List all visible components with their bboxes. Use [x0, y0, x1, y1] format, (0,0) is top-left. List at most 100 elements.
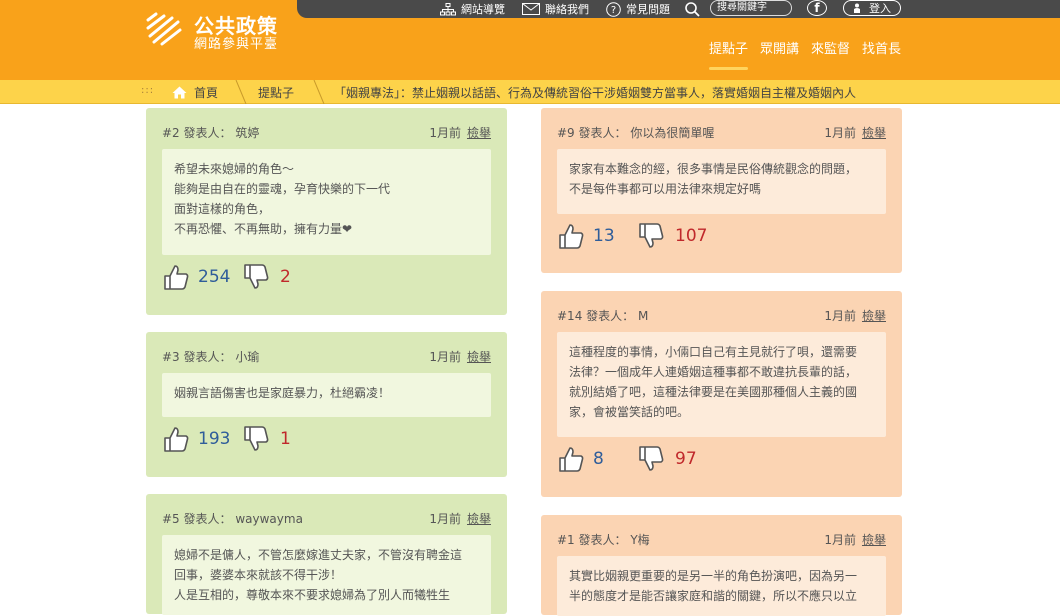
thumbs-up-icon[interactable]: [162, 425, 190, 453]
vote-bar: 8 97: [557, 444, 697, 474]
comment-author: 發表人： 小瑜: [183, 350, 260, 364]
nav-officials[interactable]: 找首長: [862, 40, 901, 70]
question-icon: ?: [606, 1, 621, 17]
comment-header: #2 發表人： 筑婷 1月前 檢舉: [162, 124, 491, 140]
comment-author: 發表人： M: [586, 309, 649, 323]
downvote-count: 2: [280, 267, 291, 287]
comment-body: 其實比姻親更重要的是另一半的角色扮演吧，因為另一 半的態度才是能否讓家庭和諧的關…: [557, 556, 886, 616]
comment-card: #1 發表人： Y梅 1月前 檢舉 其實比姻親更重要的是另一半的角色扮演吧，因為另…: [541, 515, 902, 616]
contact-link[interactable]: 聯絡我們: [522, 0, 589, 18]
comment-line: 半的態度才是能否讓家庭和諧的關鍵，所以不應只以立: [569, 589, 858, 603]
comment-time: 1月前: [824, 533, 856, 547]
downvote-count: 107: [675, 226, 708, 246]
report-link[interactable]: 檢舉: [467, 126, 491, 140]
comment-card: #2 發表人： 筑婷 1月前 檢舉 希望未來媳婦的角色～ 能夠是由自在的靈魂，孕育…: [146, 108, 507, 315]
search-input[interactable]: 搜尋關鍵字: [710, 0, 792, 16]
comment-header: #5 發表人： waywayma 1月前 檢舉: [162, 510, 491, 526]
site-header: 公共政策 網路參與平臺 網站導覽 聯絡我們 ? 常見問題 搜尋關鍵字 f 登入 …: [0, 0, 1060, 80]
comment-card: #14 發表人： M 1月前 檢舉 這種程度的事情，小倆口自己有主見就行了唄，還需…: [541, 291, 902, 497]
thumbs-up-icon[interactable]: [557, 222, 585, 250]
breadcrumb: ::: 首頁 提點子 「姻親專法」：禁止姻親以話語、行為及傳統習俗干涉婚姻雙方當…: [0, 80, 1060, 104]
comment-body: 姻親言語傷害也是家庭暴力，杜絕霸凌！: [162, 373, 491, 417]
upvote-count: 13: [593, 226, 615, 246]
breadcrumb-section[interactable]: 提點子: [258, 84, 294, 101]
svg-text:?: ?: [611, 5, 616, 16]
login-button[interactable]: 登入: [843, 0, 901, 16]
nav-ideas[interactable]: 提點子: [709, 40, 749, 70]
comment-line: 就別結婚了吧，這種法律要是在美國那種個人主義的國: [569, 385, 858, 399]
thumbs-down-icon[interactable]: [637, 445, 665, 473]
report-link[interactable]: 檢舉: [467, 512, 491, 526]
comment-card: #9 發表人： 你以為很簡單喔 1月前 檢舉 家家有本難念的經，很多事情是民俗傳統…: [541, 108, 902, 273]
thumbs-down-icon[interactable]: [242, 425, 270, 453]
home-icon: [172, 86, 187, 98]
comment-body: 希望未來媳婦的角色～ 能夠是由自在的靈魂，孕育快樂的下一代 面對這樣的角色， 不…: [162, 149, 491, 255]
comment-author: 發表人： Y梅: [578, 533, 650, 547]
user-icon: [854, 3, 860, 13]
report-link[interactable]: 檢舉: [862, 533, 886, 547]
comment-header: #1 發表人： Y梅 1月前 檢舉: [557, 531, 886, 547]
comment-header: #3 發表人： 小瑜 1月前 檢舉: [162, 348, 491, 364]
thumbs-down-icon[interactable]: [242, 263, 270, 291]
comment-time: 1月前: [824, 126, 856, 140]
comment-time: 1月前: [429, 350, 461, 364]
comment-body: 媳婦不是傭人，不管怎麼嫁進丈夫家，不管沒有聘金這 回事，婆婆本來就該不得干涉！ …: [162, 535, 491, 615]
thumbs-up-icon[interactable]: [162, 263, 190, 291]
search-button[interactable]: [685, 0, 700, 18]
site-logo[interactable]: 公共政策 網路參與平臺: [144, 10, 304, 54]
vote-bar: 13 107: [557, 221, 707, 251]
comment-time: 1月前: [429, 126, 461, 140]
facebook-icon[interactable]: f: [807, 0, 827, 16]
comment-number: #2: [162, 126, 180, 140]
comment-line: 家家有本難念的經，很多事情是民俗傳統觀念的問題，: [569, 162, 858, 176]
comment-number: #3: [162, 350, 180, 364]
comment-line: 面對這樣的角色，: [174, 202, 271, 216]
logo-icon: [146, 12, 182, 46]
breadcrumb-home-label: 首頁: [194, 85, 219, 100]
thumbs-down-icon[interactable]: [637, 222, 665, 250]
comment-card: #5 發表人： waywayma 1月前 檢舉 媳婦不是傭人，不管怎麼嫁進丈夫家，…: [146, 494, 507, 615]
sitemap-link[interactable]: 網站導覽: [440, 0, 505, 18]
upvote-count: 254: [198, 267, 231, 287]
comment-line: 人是互相的，尊敬本來不要求媳婦為了別人而犧牲生: [174, 588, 451, 602]
comment-number: #9: [557, 126, 575, 140]
comment-line: 其實比姻親更重要的是另一半的角色扮演吧，因為另一: [569, 569, 858, 583]
vote-bar: 254 2: [162, 262, 291, 292]
comment-line: 能夠是由自在的靈魂，孕育快樂的下一代: [174, 182, 391, 196]
comment-line: 這種程度的事情，小倆口自己有主見就行了唄，還需要: [569, 345, 858, 359]
sitemap-label: 網站導覽: [461, 3, 505, 16]
nav-monitor[interactable]: 來監督: [811, 40, 850, 70]
breadcrumb-current: 「姻親專法」：禁止姻親以話語、行為及傳統習俗干涉婚姻雙方當事人，落實婚姻自主權及…: [334, 86, 857, 100]
comment-header: #14 發表人： M 1月前 檢舉: [557, 307, 886, 323]
logo-subtitle: 網路參與平臺: [194, 37, 279, 52]
comment-number: #14: [557, 309, 583, 323]
faq-label: 常見問題: [626, 3, 670, 16]
comment-line: 回事，婆婆本來就該不得干涉！: [174, 568, 343, 582]
faq-link[interactable]: ? 常見問題: [606, 0, 670, 18]
report-link[interactable]: 檢舉: [862, 309, 886, 323]
comment-line: 不是每件事都可以用法律來規定好嗎: [569, 182, 762, 196]
nav-discuss[interactable]: 眾開講: [760, 40, 799, 70]
thumbs-up-icon[interactable]: [557, 445, 585, 473]
login-label: 登入: [869, 2, 891, 15]
comment-body: 家家有本難念的經，很多事情是民俗傳統觀念的問題， 不是每件事都可以用法律來規定好…: [557, 149, 886, 214]
breadcrumb-home[interactable]: 首頁: [172, 82, 218, 102]
comment-header: #9 發表人： 你以為很簡單喔 1月前 檢舉: [557, 124, 886, 140]
report-link[interactable]: 檢舉: [467, 350, 491, 364]
comment-author: 發表人： 你以為很簡單喔: [578, 126, 715, 140]
main-nav: 提點子 眾開講 來監督 找首長: [709, 40, 901, 70]
top-utility-bar: 網站導覽 聯絡我們 ? 常見問題 搜尋關鍵字 f 登入: [297, 0, 1060, 18]
menu-dots-icon[interactable]: :::: [141, 85, 154, 96]
sitemap-icon: [440, 2, 456, 15]
report-link[interactable]: 檢舉: [862, 126, 886, 140]
comment-line: 不再恐懼、不再無助，擁有力量❤: [174, 222, 353, 236]
comment-card: #3 發表人： 小瑜 1月前 檢舉 姻親言語傷害也是家庭暴力，杜絕霸凌！ 193 …: [146, 332, 507, 477]
mail-icon: [522, 3, 540, 15]
comment-body: 這種程度的事情，小倆口自己有主見就行了唄，還需要 法律？一個成年人連婚姻這種事都…: [557, 332, 886, 437]
contact-label: 聯絡我們: [545, 3, 589, 16]
comment-line: 法律？一個成年人連婚姻這種事都不敢違抗長輩的話，: [569, 365, 858, 379]
comment-number: #5: [162, 512, 180, 526]
breadcrumb-separator: [235, 80, 247, 104]
comment-line: 希望未來媳婦的角色～: [174, 162, 295, 176]
upvote-count: 193: [198, 429, 231, 449]
